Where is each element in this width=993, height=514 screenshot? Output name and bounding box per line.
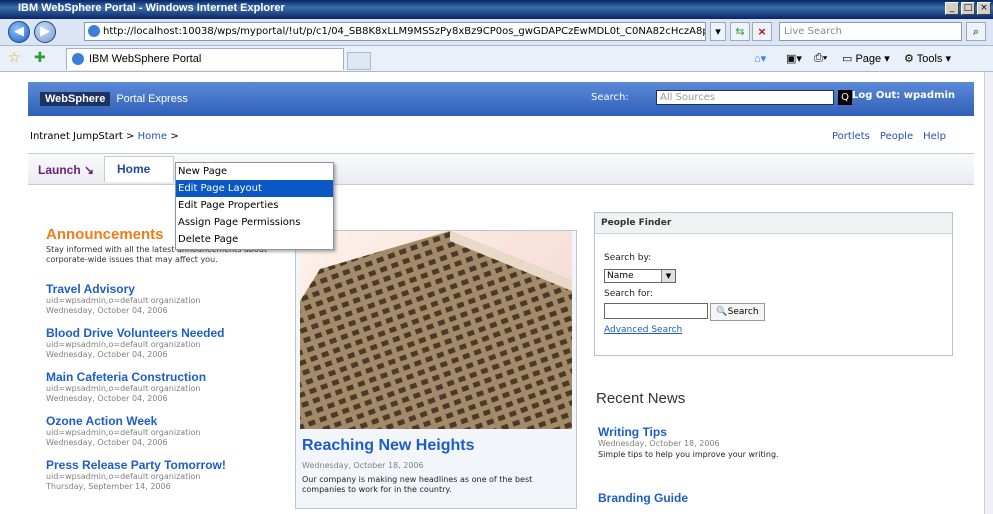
announcement-link[interactable]: Blood Drive Volunteers Needed xyxy=(46,326,286,340)
list-item: Main Cafeteria Construction uid=wpsadmin… xyxy=(46,370,286,404)
announcement-link[interactable]: Ozone Action Week xyxy=(46,414,286,428)
announcement-link[interactable]: Press Release Party Tomorrow! xyxy=(46,458,286,472)
tools-menu[interactable]: ⚙ Tools ▾ xyxy=(904,52,951,65)
breadcrumb-home[interactable]: Home xyxy=(138,131,168,142)
building-image xyxy=(300,231,572,429)
window-title: IBM WebSphere Portal - Windows Internet … xyxy=(18,2,285,14)
people-finder-portlet: People Finder Search by: Name ▼ Search f… xyxy=(594,212,953,356)
people-finder-title: People Finder xyxy=(595,213,952,234)
minimize-icon[interactable]: _ xyxy=(945,2,959,15)
news-link[interactable]: Branding Guide xyxy=(598,491,688,505)
help-link[interactable]: Help xyxy=(923,131,946,142)
page-context-menu: New Page Edit Page Layout Edit Page Prop… xyxy=(175,162,334,250)
portal-banner: WebSphere Portal Express Search: All Sou… xyxy=(28,82,974,116)
list-item: Ozone Action Week uid=wpsadmin,o=default… xyxy=(46,414,286,448)
window-title-bar: IBM WebSphere Portal - Windows Internet … xyxy=(0,0,993,19)
search-for-label: Search for: xyxy=(604,289,654,299)
search-for-input[interactable] xyxy=(604,303,708,319)
print-icon[interactable]: ⎙▾ xyxy=(814,52,827,65)
tab-home[interactable]: Home xyxy=(104,156,174,182)
portal-logo: WebSphere Portal Express xyxy=(40,91,188,107)
search-icon[interactable]: ⌕ xyxy=(966,22,986,41)
add-favorites-icon[interactable]: ✚ xyxy=(34,50,46,66)
address-bar[interactable]: http://localhost:10038/wps/myportal/!ut/… xyxy=(84,22,706,41)
menu-item-delete-page[interactable]: Delete Page xyxy=(176,231,333,248)
advanced-search-link[interactable]: Advanced Search xyxy=(604,325,682,335)
favorites-star-icon[interactable]: ☆ xyxy=(8,50,21,66)
menu-item-edit-page-properties[interactable]: Edit Page Properties xyxy=(176,197,333,214)
news-link[interactable]: Writing Tips xyxy=(598,425,779,439)
list-item: Writing Tips Wednesday, October 18, 2006… xyxy=(598,425,779,459)
page-menu[interactable]: ▭ Page ▾ xyxy=(842,52,890,65)
tab-bar: ☆ ✚ IBM WebSphere Portal ⌂▾ ▣▾ ⎙▾ ▭ Page… xyxy=(0,46,993,72)
chevron-down-icon: ▼ xyxy=(661,270,675,282)
search-by-label: Search by: xyxy=(604,253,652,263)
logout-link[interactable]: Log Out: wpadmin xyxy=(852,90,955,101)
menu-item-assign-permissions[interactable]: Assign Page Permissions xyxy=(176,214,333,231)
feature-text: Our company is making new headlines as o… xyxy=(302,475,533,494)
top-links: Portlets People Help xyxy=(832,131,946,142)
launch-menu[interactable]: Launch ↘ xyxy=(38,163,94,177)
portal-search-input[interactable]: All Sources xyxy=(656,90,834,105)
forward-icon[interactable]: ▶ xyxy=(34,21,56,43)
page-icon xyxy=(88,25,100,37)
page-nav-bar: Launch ↘ Home xyxy=(28,153,974,185)
back-icon[interactable]: ◀ xyxy=(8,21,30,43)
tab-title: IBM WebSphere Portal xyxy=(89,53,202,65)
list-item: Travel Advisory uid=wpsadmin,o=default o… xyxy=(46,282,286,316)
browser-tab[interactable]: IBM WebSphere Portal xyxy=(66,48,344,70)
portlets-link[interactable]: Portlets xyxy=(832,131,870,142)
list-item: Press Release Party Tomorrow! uid=wpsadm… xyxy=(46,458,286,492)
menu-item-edit-page-layout[interactable]: Edit Page Layout xyxy=(176,180,333,197)
vertical-scrollbar[interactable] xyxy=(984,72,993,514)
breadcrumb-root: Intranet JumpStart xyxy=(30,131,123,142)
announcement-link[interactable]: Main Cafeteria Construction xyxy=(46,370,286,384)
feeds-icon[interactable]: ▣▾ xyxy=(786,52,802,65)
refresh-icon[interactable]: ⇆ xyxy=(730,22,750,41)
list-item: Branding Guide xyxy=(598,491,688,505)
new-tab-button[interactable] xyxy=(347,52,371,70)
tab-page-icon xyxy=(72,53,84,65)
announcement-link[interactable]: Travel Advisory xyxy=(46,282,286,296)
announcements-title: Announcements xyxy=(46,226,164,243)
recent-news-title: Recent News xyxy=(596,390,686,407)
people-search-button[interactable]: 🔍Search xyxy=(710,303,765,321)
feature-title[interactable]: Reaching New Heights xyxy=(302,437,474,455)
address-dropdown-icon[interactable]: ▾ xyxy=(710,22,726,41)
close-icon[interactable]: × xyxy=(977,2,991,15)
breadcrumb: Intranet JumpStart > Home > xyxy=(30,131,179,142)
live-search-input[interactable]: Live Search xyxy=(779,22,962,41)
menu-item-new-page[interactable]: New Page xyxy=(176,163,333,180)
window-controls: _ □ × xyxy=(945,2,991,15)
feature-story: Reaching New Heights Wednesday, October … xyxy=(295,230,577,509)
search-go-button[interactable]: Q xyxy=(838,90,852,105)
list-item: Blood Drive Volunteers Needed uid=wpsadm… xyxy=(46,326,286,360)
search-by-select[interactable]: Name ▼ xyxy=(604,269,676,283)
address-url: http://localhost:10038/wps/myportal/!ut/… xyxy=(103,26,705,37)
search-label: Search: xyxy=(591,92,629,103)
people-link[interactable]: People xyxy=(880,131,913,142)
maximize-icon[interactable]: □ xyxy=(961,2,975,15)
stop-icon[interactable]: × xyxy=(752,22,772,41)
address-toolbar: ◀ ▶ http://localhost:10038/wps/myportal/… xyxy=(0,19,993,46)
search-icon: 🔍 xyxy=(716,307,728,317)
home-icon[interactable]: ⌂▾ xyxy=(754,52,766,65)
feature-date: Wednesday, October 18, 2006 xyxy=(302,461,424,470)
